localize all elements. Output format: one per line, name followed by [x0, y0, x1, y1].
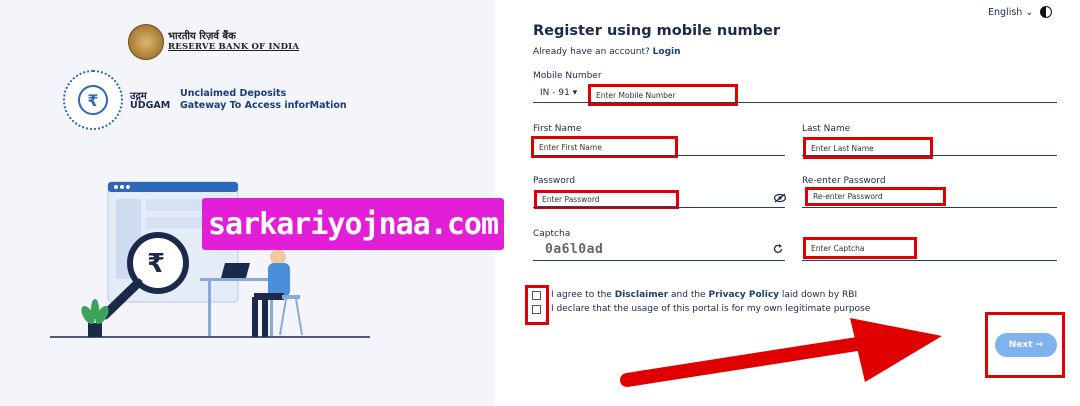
agree-checkbox[interactable] [532, 291, 541, 300]
udgam-logo: ₹ [63, 70, 123, 130]
watermark-banner: sarkariyojnaa.com [202, 198, 504, 250]
reenter-password-label: Re-enter Password [802, 176, 886, 186]
first-name-label: First Name [533, 124, 582, 134]
mobile-label: Mobile Number [533, 71, 602, 81]
moon-icon[interactable] [1040, 6, 1052, 18]
language-selector[interactable]: English ⌄ [988, 7, 1033, 18]
next-button[interactable]: Next → [995, 333, 1057, 357]
udgam-english-name: UDGAM [130, 100, 171, 111]
captcha-input-underline [802, 260, 1057, 261]
privacy-policy-link[interactable]: Privacy Policy [708, 290, 779, 300]
captcha-underline [533, 260, 785, 261]
udgam-description-line1: Unclaimed Deposits [180, 88, 287, 99]
reenter-password-input[interactable]: Re-enter Password [805, 187, 946, 206]
agree-suffix: laid down by RBI [781, 290, 858, 300]
reenter-password-underline [802, 207, 1057, 208]
last-name-label: Last Name [802, 124, 851, 134]
captcha-label: Captcha [533, 229, 571, 239]
password-label: Password [533, 176, 576, 186]
have-account-text: Already have an account? Login [533, 47, 681, 57]
first-name-underline [533, 155, 785, 156]
captcha-input[interactable]: Enter Captcha [803, 237, 917, 259]
svg-text:₹: ₹ [147, 249, 165, 279]
login-link[interactable]: Login [653, 47, 681, 57]
declare-checkbox[interactable] [532, 305, 541, 314]
rbi-hindi-name: भारतीय रिज़र्व बैंक [168, 31, 236, 42]
agree-text: I agree to the Disclaimer and the Privac… [551, 290, 857, 300]
captcha-image-text: 0a6l0ad [545, 242, 604, 257]
left-panel: भारतीय रिज़र्व बैंक RESERVE BANK OF INDI… [0, 0, 504, 406]
password-underline [533, 207, 785, 208]
refresh-icon[interactable] [773, 244, 783, 257]
disclaimer-link[interactable]: Disclaimer [615, 290, 668, 300]
agree-and: and the [671, 290, 706, 300]
eye-off-icon[interactable] [773, 193, 787, 206]
rbi-emblem-icon [128, 24, 164, 60]
country-code-select[interactable]: IN - 91 ▾ [540, 88, 577, 98]
rbi-english-name: RESERVE BANK OF INDIA [168, 42, 300, 52]
page-title: Register using mobile number [533, 23, 781, 39]
udgam-description-line2: Gateway To Access inforMation [180, 100, 347, 111]
agree-prefix: I agree to the [551, 290, 612, 300]
last-name-underline [802, 155, 1057, 156]
annotation-arrow [620, 318, 942, 387]
rupee-icon: ₹ [78, 85, 108, 115]
have-account-label: Already have an account? [533, 47, 650, 57]
mobile-underline [533, 102, 1057, 103]
